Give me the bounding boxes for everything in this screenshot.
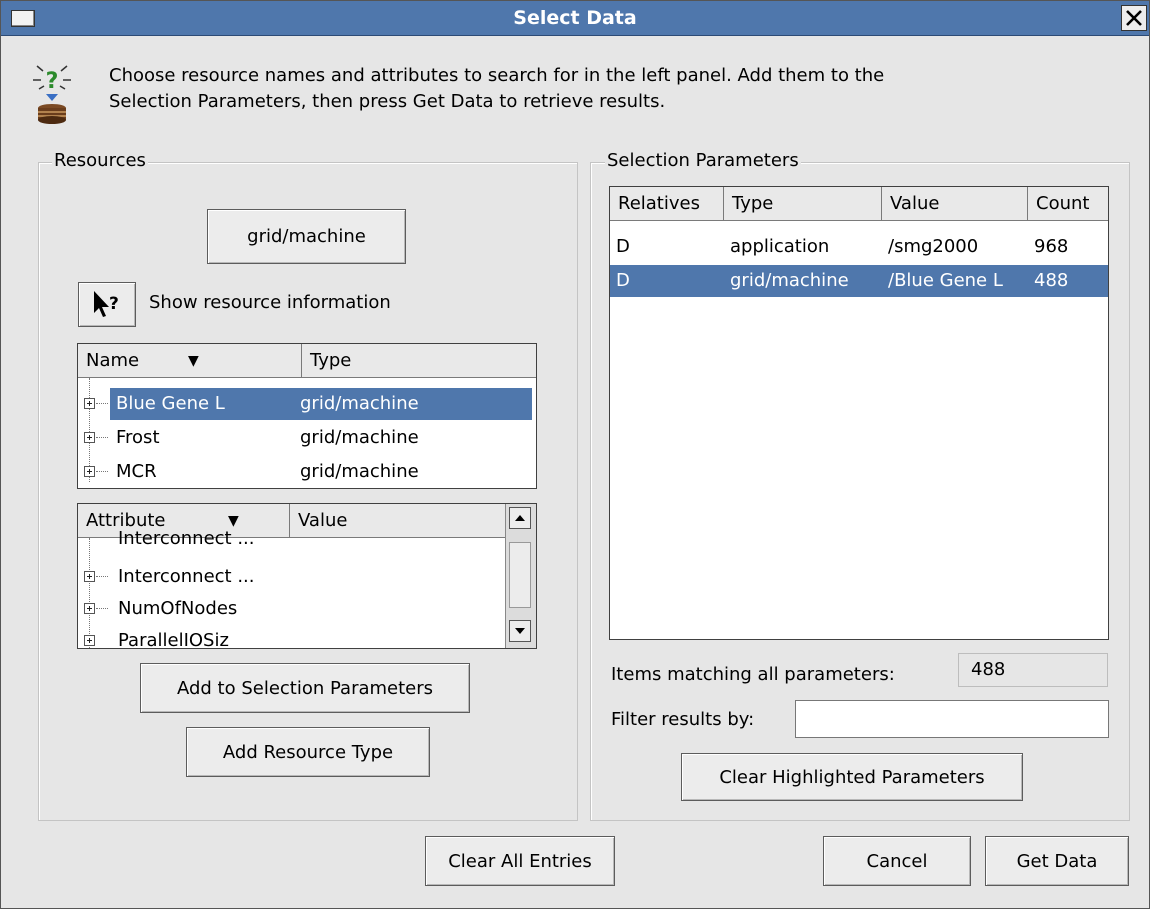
items-matching-value: 488	[958, 653, 1108, 687]
close-icon	[1126, 10, 1142, 26]
close-button[interactable]	[1121, 5, 1147, 31]
cell-type: grid/machine	[300, 427, 419, 448]
tree-branch	[96, 576, 108, 577]
expand-icon[interactable]	[84, 571, 95, 582]
column-header-type[interactable]: Type	[724, 187, 882, 221]
resource-info-button[interactable]: ?	[78, 282, 136, 327]
select-data-dialog: Select Data ? Choose resource names and …	[0, 0, 1150, 909]
scroll-thumb[interactable]	[509, 542, 531, 608]
window-title: Select Data	[513, 7, 637, 29]
cell-type: grid/machine	[730, 270, 849, 291]
column-header-count[interactable]: Count	[1028, 187, 1108, 221]
tree-branch	[96, 471, 108, 472]
cell-value: /smg2000	[888, 236, 979, 257]
cell-relatives: D	[616, 236, 630, 257]
instructions-line-2: Selection Parameters, then press Get Dat…	[109, 91, 666, 112]
cell-attribute: Interconnect ...	[118, 566, 255, 587]
scroll-down-button[interactable]	[509, 620, 531, 642]
table-row[interactable]: D grid/machine /Blue Gene L 488	[610, 265, 1108, 297]
resources-group-label: Resources	[52, 150, 148, 172]
list-item[interactable]: Interconnect ...	[110, 561, 500, 593]
attribute-scrollbar[interactable]	[505, 504, 536, 648]
add-resource-type-button[interactable]: Add Resource Type	[186, 727, 430, 777]
column-header-name[interactable]: Name ▼	[78, 344, 302, 378]
table-row[interactable]: D application /smg2000 968	[610, 231, 1108, 263]
title-bar[interactable]: Select Data	[1, 1, 1149, 36]
cell-name: Blue Gene L	[116, 393, 225, 414]
name-header-label: Name	[86, 350, 140, 371]
tree-branch	[96, 437, 108, 438]
cell-name: MCR	[116, 461, 157, 482]
cell-name: Frost	[116, 427, 160, 448]
expand-icon[interactable]	[84, 398, 95, 409]
cell-count: 968	[1034, 236, 1069, 257]
get-data-button[interactable]: Get Data	[985, 836, 1129, 886]
arrow-down-icon	[515, 628, 525, 634]
items-matching-label: Items matching all parameters:	[611, 664, 895, 685]
svg-text:?: ?	[109, 294, 119, 314]
resource-info-label: Show resource information	[149, 292, 391, 313]
table-row[interactable]: Blue Gene L grid/machine	[110, 388, 532, 420]
cell-attribute: NumOfNodes	[118, 598, 238, 619]
column-header-relatives[interactable]: Relatives	[610, 187, 724, 221]
expand-icon[interactable]	[84, 432, 95, 443]
cancel-button[interactable]: Cancel	[823, 836, 971, 886]
table-row[interactable]: Frost grid/machine	[110, 422, 532, 454]
svg-text:?: ?	[46, 69, 59, 94]
instructions-text: Choose resource names and attributes to …	[109, 63, 1109, 115]
expand-icon[interactable]	[84, 635, 95, 646]
list-item[interactable]: NumOfNodes	[110, 593, 500, 625]
selection-parameters-table[interactable]: Relatives Type Value Count D application…	[609, 186, 1109, 640]
add-to-selection-button[interactable]: Add to Selection Parameters	[140, 663, 470, 713]
pointer-help-icon: ?	[94, 291, 119, 317]
cell-attribute: ParallelIOSiz	[118, 630, 229, 648]
list-item[interactable]: ParallelIOSiz	[110, 625, 500, 648]
clear-all-entries-button[interactable]: Clear All Entries	[425, 836, 615, 886]
cell-type: grid/machine	[300, 461, 419, 482]
resource-name-table[interactable]: Name ▼ Type Blue Gene L grid/machine Fro…	[77, 343, 537, 489]
expand-icon[interactable]	[84, 603, 95, 614]
table-row[interactable]: MCR grid/machine	[110, 456, 532, 488]
attribute-table[interactable]: Attribute ▼ Value Interconnect ... Inter…	[77, 503, 537, 649]
scroll-up-button[interactable]	[509, 507, 531, 529]
sort-down-icon: ▼	[188, 353, 199, 369]
instructions-line-1: Choose resource names and attributes to …	[109, 65, 885, 86]
tree-branch	[96, 608, 108, 609]
column-header-type[interactable]: Type	[302, 344, 536, 378]
selection-parameters-label: Selection Parameters	[605, 150, 801, 172]
cell-relatives: D	[616, 270, 630, 291]
resource-type-button[interactable]: grid/machine	[207, 209, 406, 264]
help-database-icon: ?	[33, 65, 71, 124]
filter-input[interactable]	[795, 700, 1109, 738]
list-item[interactable]: Interconnect ...	[110, 528, 500, 550]
tree-guide-line	[89, 538, 90, 648]
cell-value: /Blue Gene L	[888, 270, 1003, 291]
clear-highlighted-button[interactable]: Clear Highlighted Parameters	[681, 753, 1023, 801]
cell-type: application	[730, 236, 830, 257]
filter-label: Filter results by:	[611, 709, 755, 730]
expand-icon[interactable]	[84, 466, 95, 477]
cell-count: 488	[1034, 270, 1069, 291]
column-header-value[interactable]: Value	[882, 187, 1028, 221]
cell-attribute: Interconnect ...	[118, 528, 255, 549]
cell-type: grid/machine	[300, 393, 419, 414]
arrow-up-icon	[515, 515, 525, 521]
tree-branch	[96, 403, 108, 404]
